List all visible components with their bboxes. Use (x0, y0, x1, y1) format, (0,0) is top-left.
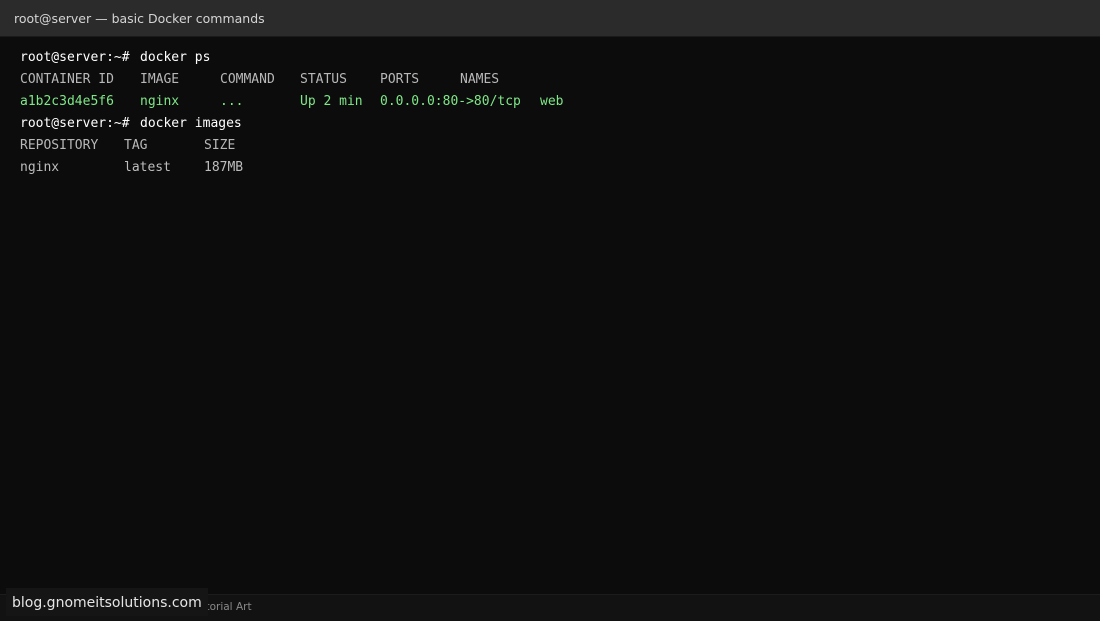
ps-header-row: CONTAINER ID IMAGE COMMAND STATUS PORTS … (20, 69, 1080, 91)
ps-command: ... (220, 94, 244, 109)
window-title: root@server — basic Docker commands (14, 10, 265, 26)
command-text: docker images (140, 116, 242, 131)
ps-ports: 0.0.0.0:80->80/tcp (380, 94, 521, 109)
ps-data-row: a1b2c3d4e5f6 nginx ... Up 2 min 0.0.0.0:… (20, 91, 1080, 113)
shell-prompt: root@server:~# (20, 116, 130, 131)
watermark: blog.gnomeitsolutions.com (6, 588, 208, 616)
ps-header-status: STATUS (300, 72, 347, 87)
images-header-repository: REPOSITORY (20, 138, 99, 153)
ps-header-names: NAMES (460, 72, 500, 87)
command-text: docker ps (140, 50, 211, 65)
ps-header-command: COMMAND (220, 72, 275, 87)
title-bar[interactable]: root@server — basic Docker commands (0, 0, 1100, 37)
command-line-images: root@server:~# docker images (20, 113, 1080, 135)
images-header-row: REPOSITORY TAG SIZE (20, 135, 1080, 157)
ps-header-image: IMAGE (140, 72, 180, 87)
ps-image: nginx (140, 94, 180, 109)
ps-status: Up 2 min (300, 94, 363, 109)
images-data-row: nginx latest 187MB (20, 157, 1080, 179)
ps-header-ports: PORTS (380, 72, 420, 87)
images-tag: latest (124, 160, 171, 175)
shell-prompt: root@server:~# (20, 50, 130, 65)
images-repository: nginx (20, 160, 60, 175)
ps-header-container-id: CONTAINER ID (20, 72, 114, 87)
ps-names: web (540, 94, 564, 109)
command-line-ps: root@server:~# docker ps (20, 47, 1080, 69)
images-size: 187MB (204, 160, 244, 175)
ps-container-id: a1b2c3d4e5f6 (20, 94, 114, 109)
images-header-size: SIZE (204, 138, 236, 153)
images-header-tag: TAG (124, 138, 148, 153)
terminal-output[interactable]: root@server:~# docker ps CONTAINER ID IM… (20, 47, 1080, 179)
